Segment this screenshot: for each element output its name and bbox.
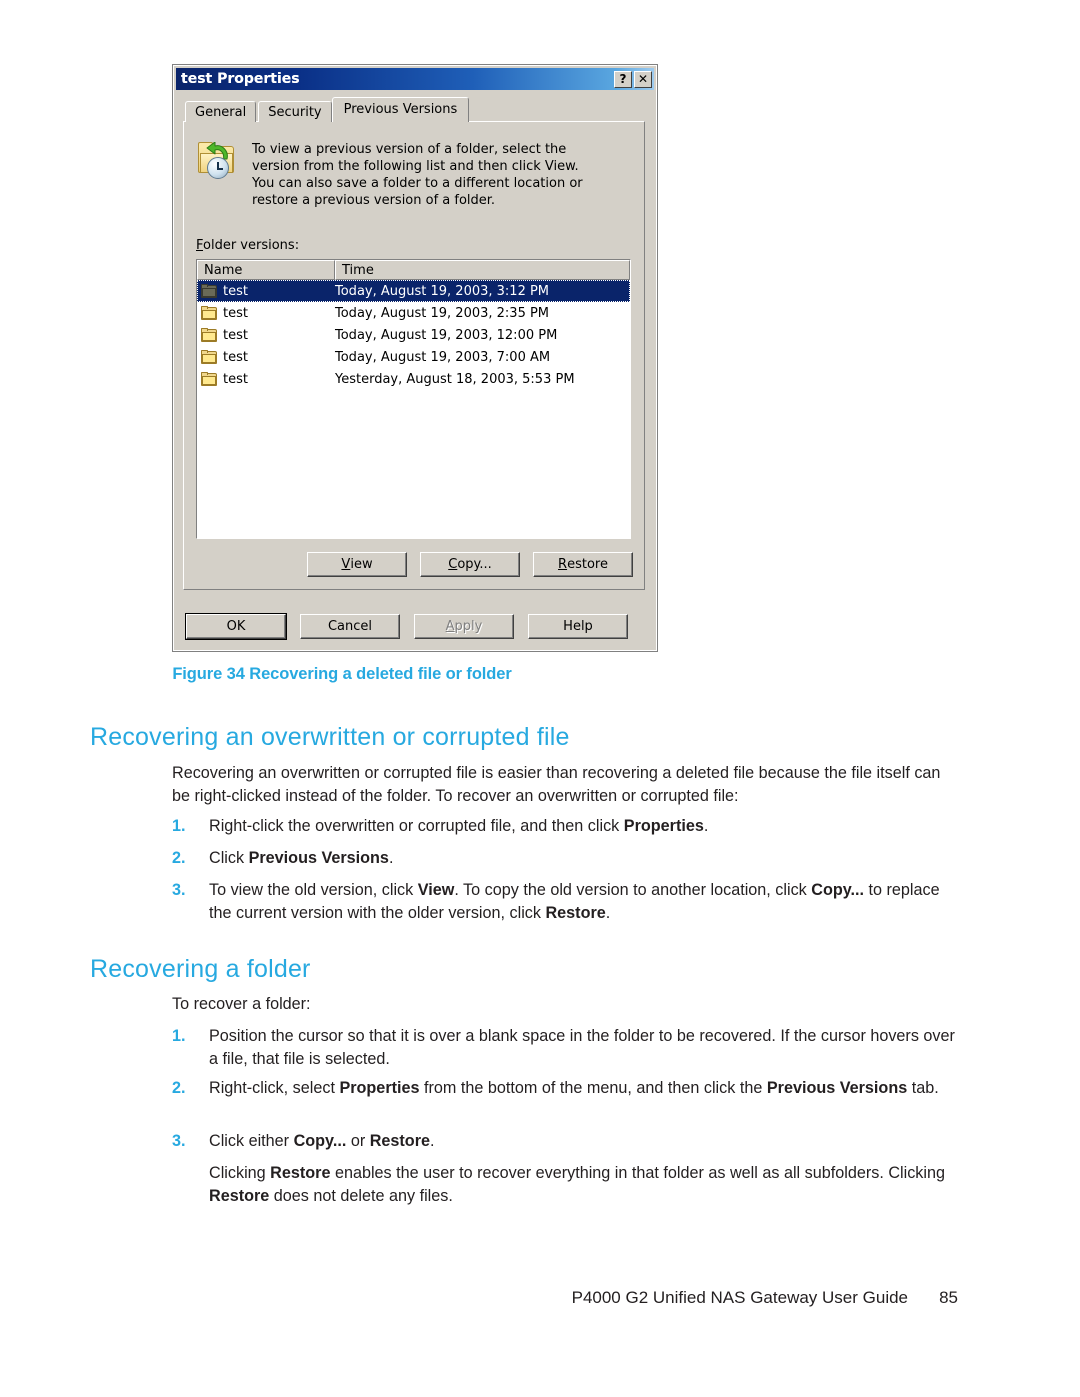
row-name-cell: test xyxy=(201,350,335,365)
cancel-button[interactable]: Cancel xyxy=(300,614,400,639)
step-text: To view the old version, click View. To … xyxy=(209,881,940,922)
table-row[interactable]: test Today, August 19, 2003, 2:35 PM xyxy=(197,302,630,324)
row-name-cell: test xyxy=(201,306,335,321)
table-row[interactable]: test Today, August 19, 2003, 12:00 PM xyxy=(197,324,630,346)
step-text: Right-click the overwritten or corrupted… xyxy=(209,817,709,835)
step-number: 1. xyxy=(172,1027,186,1045)
row-name-cell: test xyxy=(201,372,335,387)
step-text: Click Previous Versions. xyxy=(209,849,394,867)
row-time-text: Yesterday, August 18, 2003, 5:53 PM xyxy=(335,371,575,387)
action-button-row: View Copy... Restore xyxy=(184,552,646,577)
list-item: 1. Position the cursor so that it is ove… xyxy=(172,1025,958,1071)
intro-paragraph-1: Recovering an overwritten or corrupted f… xyxy=(172,764,941,805)
view-label: iew xyxy=(350,557,373,572)
row-time-text: Today, August 19, 2003, 12:00 PM xyxy=(335,327,558,343)
ok-button[interactable]: OK xyxy=(186,614,286,639)
info-line-3: You can also save a folder to a differen… xyxy=(252,176,583,191)
step-number: 3. xyxy=(172,881,186,899)
step-text: Position the cursor so that it is over a… xyxy=(209,1027,955,1068)
properties-dialog: test Properties ? ✕ General Security Pre… xyxy=(172,64,658,652)
folder-versions-label-rest: older versions: xyxy=(203,238,300,253)
figure-caption-text: Figure 34 Recovering a deleted file or f… xyxy=(172,665,512,683)
close-icon[interactable]: ✕ xyxy=(634,70,652,88)
row-name-text: test xyxy=(223,349,248,365)
row-name-text: test xyxy=(223,371,248,387)
row-name-text: test xyxy=(223,283,248,299)
help-icon[interactable]: ? xyxy=(614,70,632,88)
restore-note: Clicking Restore enables the user to rec… xyxy=(209,1164,945,1205)
folder-versions-label: Folder versions: xyxy=(196,238,299,253)
view-button[interactable]: View xyxy=(307,552,407,577)
apply-button: Apply xyxy=(414,614,514,639)
step-text: Right-click, select Properties from the … xyxy=(209,1079,939,1097)
guide-title: P4000 G2 Unified NAS Gateway User Guide xyxy=(571,1288,908,1307)
previous-versions-folder-icon xyxy=(196,140,238,182)
heading-recovering-a-folder: Recovering a folder xyxy=(90,955,311,983)
tab-previous-versions[interactable]: Previous Versions xyxy=(331,97,470,122)
tab-page-previous-versions: To view a previous version of a folder, … xyxy=(183,121,645,590)
table-row[interactable]: test Yesterday, August 18, 2003, 5:53 PM xyxy=(197,368,630,390)
copy-mnemonic: C xyxy=(448,557,458,572)
table-row[interactable]: test Today, August 19, 2003, 3:12 PM xyxy=(197,280,630,302)
tab-security[interactable]: Security xyxy=(258,101,332,122)
dialog-titlebar[interactable]: test Properties ? ✕ xyxy=(176,68,654,90)
intro-paragraph-2: To recover a folder: xyxy=(172,995,311,1013)
table-row[interactable]: test Today, August 19, 2003, 7:00 AM xyxy=(197,346,630,368)
listview-header: Name Time xyxy=(197,260,630,280)
folder-icon xyxy=(201,372,217,386)
step-text: Click either Copy... or Restore. xyxy=(209,1132,435,1150)
row-time-text: Today, August 19, 2003, 2:35 PM xyxy=(335,305,550,321)
info-line-1: To view a previous version of a folder, … xyxy=(252,142,567,157)
figure-caption: Figure 34 Recovering a deleted file or f… xyxy=(0,665,1080,684)
list-item: 2. Click Previous Versions. xyxy=(172,847,958,870)
info-text: To view a previous version of a folder, … xyxy=(252,140,583,209)
tab-strip: General Security Previous Versions xyxy=(185,97,647,122)
view-mnemonic: V xyxy=(341,557,351,572)
column-header-time[interactable]: Time xyxy=(335,260,630,280)
step-number: 1. xyxy=(172,817,186,835)
tab-general[interactable]: General xyxy=(185,101,257,122)
list-item: 1. Right-click the overwritten or corrup… xyxy=(172,815,958,838)
info-line-4: restore a previous version of a folder. xyxy=(252,193,496,208)
dialog-title: test Properties xyxy=(181,71,300,87)
dialog-footer-buttons: OK Cancel Apply Help xyxy=(186,614,646,639)
folder-versions-mnemonic: F xyxy=(196,238,204,253)
help-button[interactable]: Help xyxy=(528,614,628,639)
folder-icon xyxy=(201,350,217,364)
step-number: 2. xyxy=(172,849,186,867)
list-item: 2. Right-click, select Properties from t… xyxy=(172,1077,958,1100)
info-row: To view a previous version of a folder, … xyxy=(196,140,632,209)
copy-button[interactable]: Copy... xyxy=(420,552,520,577)
restore-mnemonic: R xyxy=(558,557,568,572)
page-number: 85 xyxy=(939,1288,958,1307)
step-number: 3. xyxy=(172,1132,186,1150)
copy-label: opy... xyxy=(457,557,492,572)
list-item: 3. Click either Copy... or Restore. xyxy=(172,1130,958,1153)
row-time-text: Today, August 19, 2003, 7:00 AM xyxy=(335,349,551,365)
row-name-text: test xyxy=(223,327,248,343)
folder-icon xyxy=(201,306,217,320)
apply-label: pply xyxy=(454,619,483,634)
step-number: 2. xyxy=(172,1079,186,1097)
apply-mnemonic: A xyxy=(445,619,455,634)
folder-icon xyxy=(201,284,217,298)
folder-icon xyxy=(201,328,217,342)
row-name-text: test xyxy=(223,305,248,321)
list-item: 3. To view the old version, click View. … xyxy=(172,879,958,925)
heading-recovering-overwritten-file: Recovering an overwritten or corrupted f… xyxy=(90,723,570,751)
row-name-cell: test xyxy=(201,284,335,299)
restore-button[interactable]: Restore xyxy=(533,552,633,577)
column-header-name[interactable]: Name xyxy=(197,260,335,280)
titlebar-buttons: ? ✕ xyxy=(614,70,652,88)
row-name-cell: test xyxy=(201,328,335,343)
row-time-text: Today, August 19, 2003, 3:12 PM xyxy=(335,283,550,299)
listview-body: test Today, August 19, 2003, 3:12 PM tes… xyxy=(197,280,630,390)
info-line-2: version from the following list and then… xyxy=(252,159,579,174)
folder-versions-listview[interactable]: Name Time test Today, August 19, 2003, 3… xyxy=(196,259,631,539)
restore-label: estore xyxy=(567,557,608,572)
